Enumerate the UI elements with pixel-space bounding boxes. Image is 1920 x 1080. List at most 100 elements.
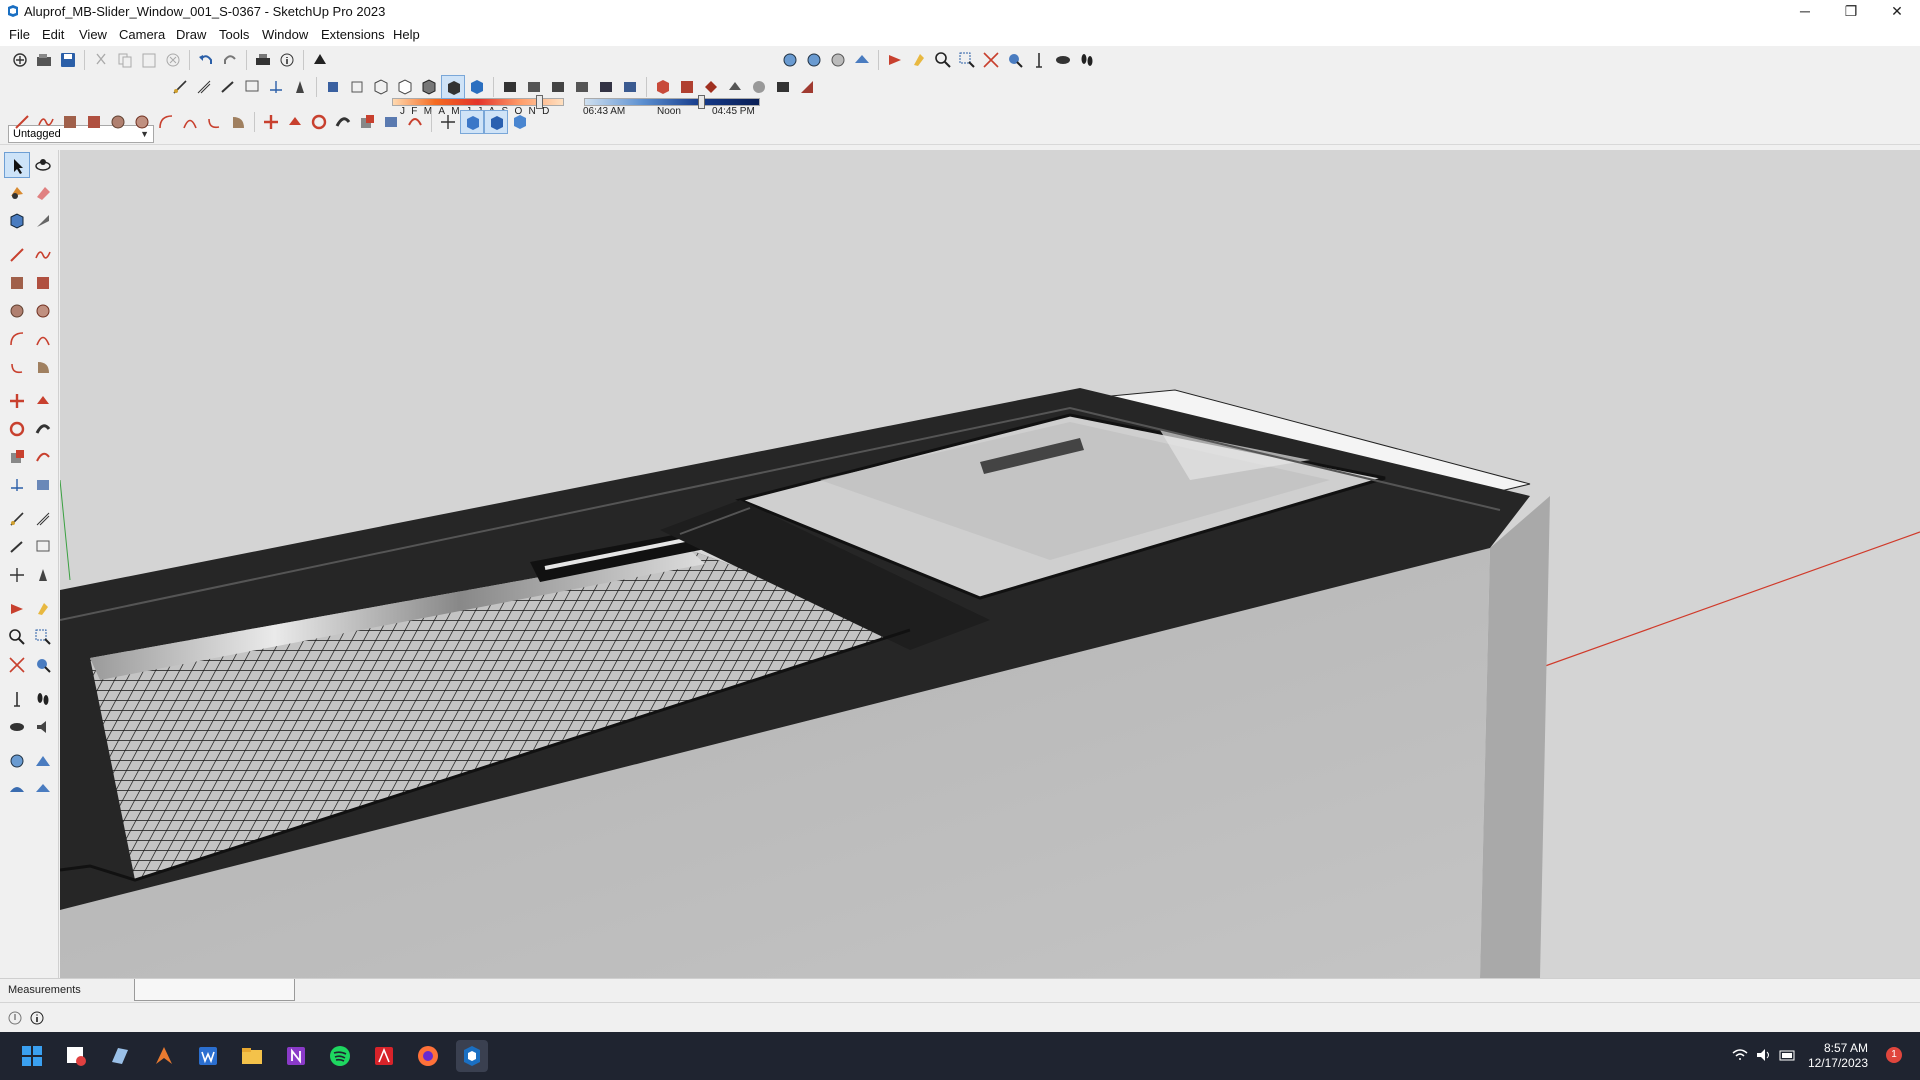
sandbox-from-contours-icon[interactable] [4, 748, 30, 774]
redo-icon[interactable] [218, 48, 242, 72]
offset-tool-icon[interactable] [30, 444, 56, 470]
section-plane-tool-icon[interactable] [4, 596, 30, 622]
shaded-icon[interactable] [417, 75, 441, 99]
menu-view[interactable]: View [79, 27, 107, 42]
rectangle-tool-icon[interactable] [4, 270, 30, 296]
rotated-rectangle-icon[interactable] [82, 110, 106, 134]
line-tool-icon[interactable] [4, 242, 30, 268]
walk-footprints-icon[interactable] [1075, 48, 1099, 72]
view-back-icon[interactable] [618, 75, 642, 99]
menu-help[interactable]: Help [393, 27, 420, 42]
view-front-icon[interactable] [570, 75, 594, 99]
wireframe-icon[interactable] [369, 75, 393, 99]
zoom-window-icon[interactable] [955, 48, 979, 72]
volume-icon[interactable] [1755, 1047, 1773, 1063]
rotate-tool-icon[interactable] [4, 416, 30, 442]
footprints-tool-icon[interactable] [30, 686, 56, 712]
solid-inspector-icon[interactable] [795, 75, 819, 99]
undo-icon[interactable] [194, 48, 218, 72]
back-edges-icon[interactable] [345, 75, 369, 99]
hidden-line-icon[interactable] [393, 75, 417, 99]
select-tool-icon[interactable] [4, 152, 30, 178]
copy-icon[interactable] [113, 48, 137, 72]
acrobat-icon[interactable] [368, 1040, 400, 1072]
pan-icon[interactable] [460, 110, 484, 134]
section-plane-icon[interactable] [883, 48, 907, 72]
word-icon[interactable] [192, 1040, 224, 1072]
component-icon[interactable] [498, 75, 522, 99]
text-icon[interactable] [216, 75, 240, 99]
solid-intersect-icon[interactable] [699, 75, 723, 99]
three-point-arc-icon[interactable] [202, 110, 226, 134]
look-around-icon[interactable] [1051, 48, 1075, 72]
previous-tool-icon[interactable] [30, 652, 56, 678]
scale-tool-icon[interactable] [4, 444, 30, 470]
eraser-tool-icon[interactable] [30, 180, 56, 206]
cut-icon[interactable] [89, 48, 113, 72]
menu-file[interactable]: File [9, 27, 30, 42]
zoom-tool-icon[interactable] [4, 624, 30, 650]
tape-tool-icon[interactable] [30, 208, 56, 234]
firefox-icon[interactable] [412, 1040, 444, 1072]
follow-me-tool-icon[interactable] [30, 416, 56, 442]
pie-tool-icon[interactable] [30, 354, 56, 380]
pie-icon[interactable] [226, 110, 250, 134]
arc-tool-icon[interactable] [4, 326, 30, 352]
dimension-tool-icon[interactable] [30, 506, 56, 532]
menu-edit[interactable]: Edit [42, 27, 64, 42]
save-icon[interactable] [56, 48, 80, 72]
print-icon[interactable] [251, 48, 275, 72]
start-button[interactable] [16, 1040, 48, 1072]
rotated-rectangle-tool-icon[interactable] [30, 270, 56, 296]
solid-union-icon[interactable] [651, 75, 675, 99]
push-pull-icon[interactable] [283, 110, 307, 134]
zoom-window-tool-icon[interactable] [30, 624, 56, 650]
minimize-button[interactable]: ─ [1782, 0, 1828, 24]
freehand-tool-icon[interactable] [30, 242, 56, 268]
axes-tool-icon[interactable] [4, 472, 30, 498]
tape-measure-tool-icon[interactable] [4, 506, 30, 532]
protractor-tool-icon[interactable] [4, 534, 30, 560]
arc-icon[interactable] [154, 110, 178, 134]
orbit-tool-icon[interactable] [30, 152, 56, 178]
offset-icon[interactable] [379, 110, 403, 134]
section-display-icon[interactable] [508, 110, 532, 134]
push-pull-tool-icon[interactable] [30, 388, 56, 414]
autodesk-icon[interactable] [148, 1040, 180, 1072]
onenote-icon[interactable] [280, 1040, 312, 1072]
move-icon[interactable] [259, 110, 283, 134]
credits-info-icon[interactable] [30, 1011, 44, 1025]
close-button[interactable]: ✕ [1874, 0, 1920, 24]
measurements-input[interactable] [134, 979, 295, 1001]
new-icon[interactable] [8, 48, 32, 72]
tape-measure-icon[interactable] [403, 110, 427, 134]
open-icon[interactable] [32, 48, 56, 72]
zoom-extents-view-icon[interactable] [484, 110, 508, 134]
solid-subtract-icon[interactable] [675, 75, 699, 99]
look-around-tool-icon[interactable] [4, 714, 30, 740]
sandbox-smoove-icon[interactable] [4, 776, 30, 802]
scale-icon[interactable] [355, 110, 379, 134]
solid-trim-icon[interactable] [723, 75, 747, 99]
walk-tool-icon[interactable] [30, 596, 56, 622]
protractor-icon[interactable] [192, 75, 216, 99]
view-top-icon[interactable] [546, 75, 570, 99]
component-tool-icon[interactable] [4, 208, 30, 234]
soften-icon[interactable] [826, 48, 850, 72]
view-right-icon[interactable] [594, 75, 618, 99]
dimension-icon[interactable] [168, 75, 192, 99]
sound-tool-icon[interactable] [30, 714, 56, 740]
menu-extensions[interactable]: Extensions [321, 27, 385, 42]
move-tool-icon[interactable] [4, 388, 30, 414]
shadow-time-slider[interactable] [584, 98, 760, 106]
system-clock[interactable]: 8:57 AM 12/17/2023 [1808, 1041, 1868, 1071]
two-point-arc-icon[interactable] [178, 110, 202, 134]
geo-location-icon[interactable] [8, 1011, 22, 1025]
sketchup-shortcut-icon[interactable] [104, 1040, 136, 1072]
text-tool-icon[interactable] [30, 534, 56, 560]
three-point-arc-tool-icon[interactable] [4, 354, 30, 380]
outer-shell-tool-icon[interactable] [30, 472, 56, 498]
wifi-icon[interactable] [1731, 1047, 1749, 1063]
restore-button[interactable]: ❐ [1828, 0, 1874, 24]
menu-window[interactable]: Window [262, 27, 308, 42]
